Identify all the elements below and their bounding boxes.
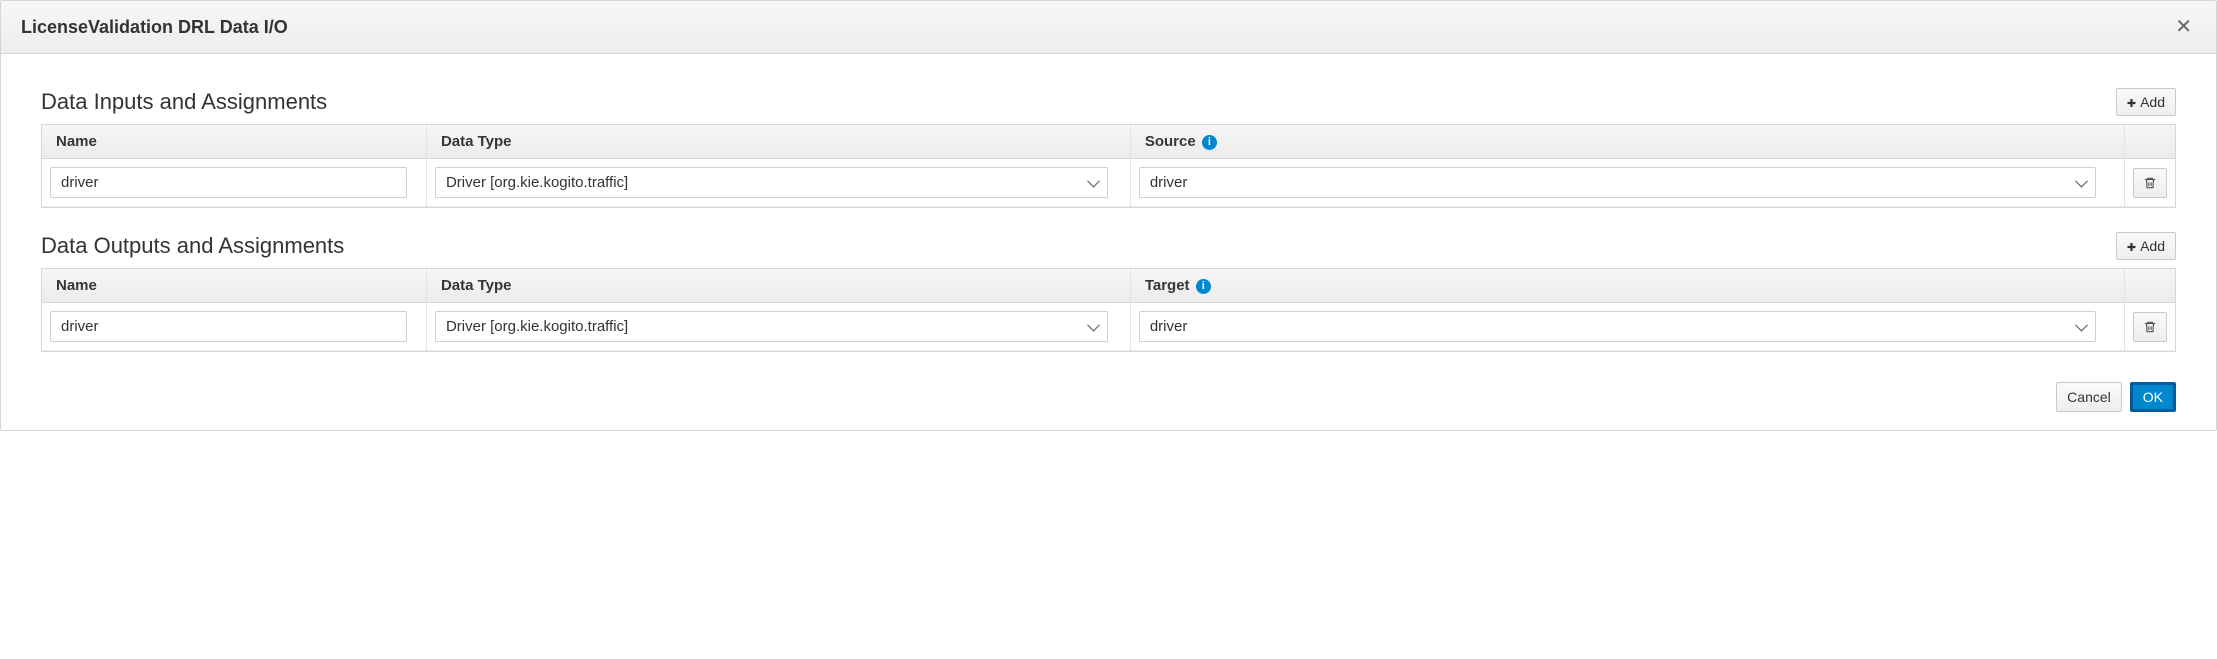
plus-icon bbox=[2127, 238, 2136, 254]
dialog-body: Data Inputs and Assignments Add Name Dat… bbox=[1, 54, 2216, 372]
inputs-table: Name Data Type Source i bbox=[41, 124, 2176, 208]
input-type-select[interactable]: Driver [org.kie.kogito.traffic] bbox=[435, 167, 1108, 198]
add-input-button[interactable]: Add bbox=[2116, 88, 2176, 116]
outputs-section: Data Outputs and Assignments Add Name Da… bbox=[41, 232, 2176, 352]
info-icon[interactable]: i bbox=[1196, 279, 1211, 294]
inputs-table-row: Driver [org.kie.kogito.traffic] driver bbox=[42, 159, 2175, 207]
delete-output-button[interactable] bbox=[2133, 312, 2167, 342]
inputs-section: Data Inputs and Assignments Add Name Dat… bbox=[41, 88, 2176, 208]
close-icon[interactable]: ✕ bbox=[2171, 13, 2196, 41]
outputs-col-target-label: Target bbox=[1145, 277, 1190, 294]
add-output-label: Add bbox=[2140, 238, 2165, 254]
dialog-footer: Cancel OK bbox=[1, 372, 2216, 430]
output-name-field[interactable] bbox=[50, 311, 407, 342]
outputs-section-title: Data Outputs and Assignments bbox=[41, 233, 344, 259]
info-icon[interactable]: i bbox=[1202, 135, 1217, 150]
outputs-table-row: Driver [org.kie.kogito.traffic] driver bbox=[42, 303, 2175, 351]
outputs-table: Name Data Type Target i bbox=[41, 268, 2176, 352]
inputs-col-source-label: Source bbox=[1145, 133, 1196, 150]
inputs-section-title: Data Inputs and Assignments bbox=[41, 89, 327, 115]
input-name-field[interactable] bbox=[50, 167, 407, 198]
ok-button[interactable]: OK bbox=[2130, 382, 2176, 412]
dialog-header: LicenseValidation DRL Data I/O ✕ bbox=[1, 1, 2216, 54]
outputs-col-actions bbox=[2124, 269, 2175, 303]
inputs-col-actions bbox=[2124, 125, 2175, 159]
inputs-section-head: Data Inputs and Assignments Add bbox=[41, 88, 2176, 116]
add-input-label: Add bbox=[2140, 94, 2165, 110]
dialog-title: LicenseValidation DRL Data I/O bbox=[21, 17, 288, 38]
plus-icon bbox=[2127, 94, 2136, 110]
outputs-col-name: Name bbox=[42, 269, 426, 303]
inputs-col-source: Source i bbox=[1130, 125, 2124, 159]
input-source-select[interactable]: driver bbox=[1139, 167, 2097, 198]
trash-icon bbox=[2143, 320, 2157, 334]
inputs-col-name: Name bbox=[42, 125, 426, 159]
output-target-select[interactable]: driver bbox=[1139, 311, 2097, 342]
add-output-button[interactable]: Add bbox=[2116, 232, 2176, 260]
outputs-col-target: Target i bbox=[1130, 269, 2124, 303]
inputs-col-type: Data Type bbox=[426, 125, 1130, 159]
ok-label: OK bbox=[2143, 389, 2163, 405]
cancel-button[interactable]: Cancel bbox=[2056, 382, 2122, 412]
output-type-select[interactable]: Driver [org.kie.kogito.traffic] bbox=[435, 311, 1108, 342]
cancel-label: Cancel bbox=[2067, 389, 2111, 405]
data-io-dialog: LicenseValidation DRL Data I/O ✕ Data In… bbox=[0, 0, 2217, 431]
trash-icon bbox=[2143, 176, 2157, 190]
outputs-section-head: Data Outputs and Assignments Add bbox=[41, 232, 2176, 260]
outputs-col-type: Data Type bbox=[426, 269, 1130, 303]
delete-input-button[interactable] bbox=[2133, 168, 2167, 198]
